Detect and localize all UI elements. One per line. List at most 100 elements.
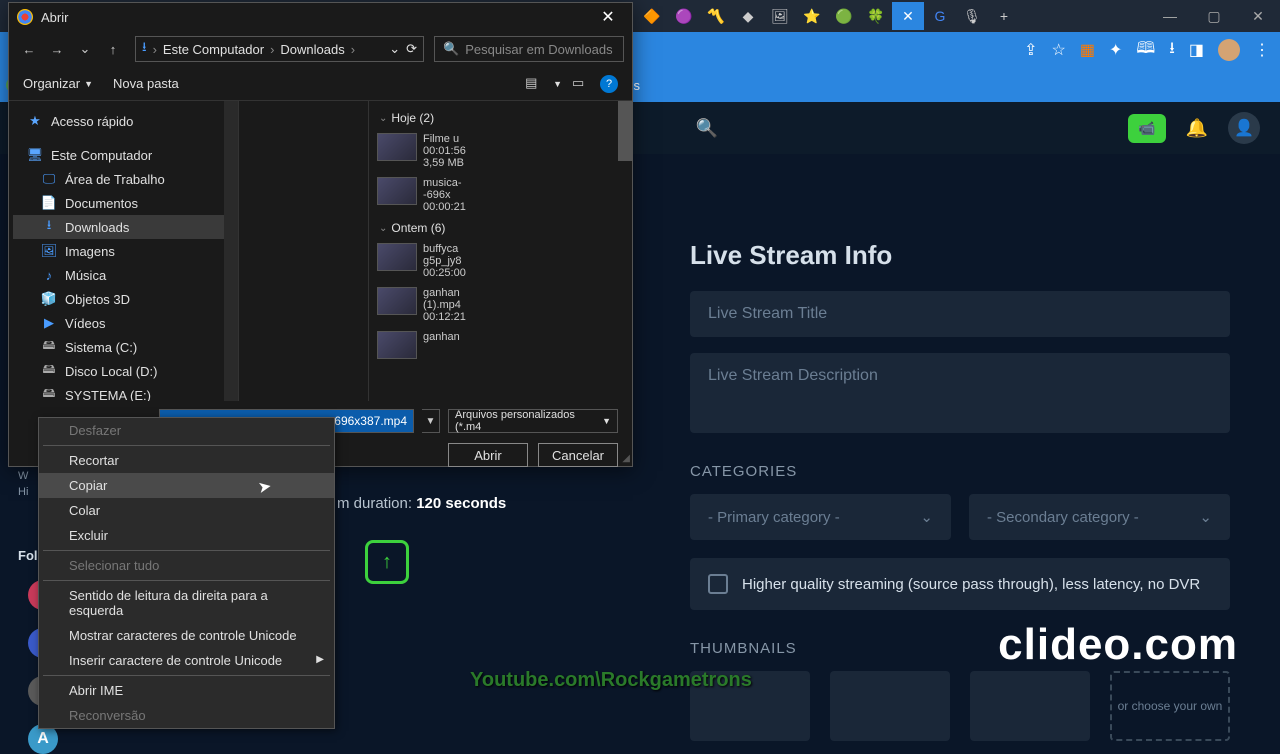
tree-quick-access[interactable]: ★Acesso rápido — [13, 109, 234, 133]
thumb-option-3[interactable] — [970, 671, 1090, 741]
organize-button[interactable]: Organizar▼ — [23, 76, 93, 91]
file-item[interactable]: ganhan(1).mp400:12:21 — [371, 283, 630, 327]
tab-active[interactable]: ✕ — [892, 2, 924, 30]
search-icon[interactable]: 🔍 — [696, 118, 718, 139]
file-item[interactable]: ganhan — [371, 327, 630, 363]
ctx-rtl[interactable]: Sentido de leitura da direita para a esq… — [39, 583, 334, 623]
back-button[interactable]: ← — [17, 37, 41, 61]
tab-8[interactable]: 🍀 — [860, 2, 892, 30]
select-value: - Primary category - — [708, 509, 840, 526]
go-live-button[interactable]: 📹 — [1128, 114, 1165, 143]
group-yesterday[interactable]: ⌄Ontem (6) — [371, 217, 630, 239]
close-window-button[interactable]: ✕ — [1236, 0, 1280, 32]
crumb-dropdown-icon[interactable]: ⌄ — [389, 41, 400, 57]
crumb-pc[interactable]: Este Computador — [163, 42, 264, 57]
reading-list-icon[interactable]: 🕮 — [1136, 37, 1155, 64]
avatar[interactable]: 👤 — [1228, 112, 1260, 144]
view-mode-icon[interactable]: ▤ — [525, 75, 543, 93]
stream-title-input[interactable]: Live Stream Title — [690, 291, 1230, 337]
new-folder-button[interactable]: Nova pasta — [113, 76, 179, 91]
tree-desktop[interactable]: 🖵Área de Trabalho — [13, 167, 234, 191]
tree-drive-d[interactable]: 🖴Disco Local (D:) — [13, 359, 234, 383]
cancel-button[interactable]: Cancelar — [538, 443, 618, 467]
tab-2[interactable]: 🟣 — [668, 2, 700, 30]
file-thumbnail — [377, 243, 417, 271]
dialog-close-button[interactable]: ✕ — [592, 5, 624, 29]
secondary-category-select[interactable]: - Secondary category -⌄ — [969, 494, 1230, 540]
forward-button[interactable]: → — [45, 37, 69, 61]
filetype-select[interactable]: Arquivos personalizados (*.m4▼ — [448, 409, 618, 433]
ctx-cut[interactable]: Recortar — [39, 448, 334, 473]
preview-pane-icon[interactable]: ▭ — [572, 75, 590, 93]
tree-images[interactable]: 🖼Imagens — [13, 239, 234, 263]
new-tab-button[interactable]: + — [988, 2, 1020, 30]
ctx-show-unicode[interactable]: Mostrar caracteres de controle Unicode — [39, 623, 334, 648]
file-list-pane[interactable] — [239, 101, 369, 401]
tree-music[interactable]: ♪Música — [13, 263, 234, 287]
group-today[interactable]: ⌄Hoje (2) — [371, 107, 630, 129]
thumb-option-2[interactable] — [830, 671, 950, 741]
primary-category-select[interactable]: - Primary category - ⌄ — [690, 494, 951, 540]
minimize-button[interactable]: — — [1148, 0, 1192, 32]
categories-label: CATEGORIES — [690, 463, 1230, 480]
ext-1-icon[interactable]: ▦ — [1080, 40, 1095, 60]
scrollbar[interactable] — [618, 101, 632, 161]
tab-3[interactable]: 〽️ — [700, 2, 732, 30]
bookmark-star-icon[interactable]: ☆ — [1052, 40, 1066, 60]
maximize-button[interactable]: ▢ — [1192, 0, 1236, 32]
file-item[interactable]: musica--696x00:00:21 — [371, 173, 630, 217]
tree-videos[interactable]: ▶Vídeos — [13, 311, 234, 335]
downloads-icon[interactable]: ⭳ — [1169, 37, 1175, 64]
tab-6[interactable]: ⭐ — [796, 2, 828, 30]
tab-1[interactable]: 🔶 — [636, 2, 668, 30]
profile-avatar-icon[interactable] — [1218, 39, 1240, 61]
sidepanel-icon[interactable]: ◨ — [1189, 40, 1204, 60]
tab-5[interactable]: 🖼 — [764, 2, 796, 30]
ctx-delete[interactable]: Excluir — [39, 523, 334, 548]
chevron-down-icon: ⌄ — [920, 508, 933, 526]
tab-7[interactable]: 🟢 — [828, 2, 860, 30]
file-thumbnail — [377, 177, 417, 205]
view-dropdown-icon[interactable]: ▼ — [553, 79, 562, 89]
upload-icon[interactable]: ↑ — [365, 540, 409, 584]
file-item[interactable]: Filme u00:01:563,59 MB — [371, 129, 630, 173]
tab-11[interactable]: 🎙 — [956, 2, 988, 30]
hq-streaming-checkbox-row[interactable]: Higher quality streaming (source pass th… — [690, 558, 1230, 610]
open-button[interactable]: Abrir — [448, 443, 528, 467]
tree-3d-objects[interactable]: 🧊Objetos 3D — [13, 287, 234, 311]
tree-drive-e[interactable]: 🖴SYSTEMA (E:) — [13, 383, 234, 401]
ctx-copy[interactable]: Copiar — [39, 473, 334, 498]
ctx-insert-unicode[interactable]: Inserir caractere de controle Unicode▶ — [39, 648, 334, 673]
share-icon[interactable]: ⇪ — [1024, 40, 1037, 60]
page-title: Live Stream Info — [690, 240, 1230, 271]
stream-description-input[interactable]: Live Stream Description — [690, 353, 1230, 433]
crumb-downloads[interactable]: Downloads — [280, 42, 344, 57]
tab-10[interactable]: G — [924, 2, 956, 30]
chevron-right-icon: ▶ — [316, 654, 324, 665]
breadcrumb[interactable]: ⭳ › Este Computador › Downloads › ⌄⟳ — [135, 36, 424, 62]
file-thumbnail — [377, 287, 417, 315]
up-button[interactable]: ↑ — [101, 37, 125, 61]
thumb-upload-own[interactable]: or choose your own — [1110, 671, 1230, 741]
tree-documents[interactable]: 📄Documentos — [13, 191, 234, 215]
extensions-icon[interactable]: ✦ — [1109, 40, 1122, 60]
dialog-search-input[interactable]: 🔍Pesquisar em Downloads — [434, 36, 624, 62]
ctx-paste[interactable]: Colar — [39, 498, 334, 523]
tree-downloads[interactable]: ⭳Downloads — [13, 215, 234, 239]
file-item[interactable]: buffycag5p_jy800:25:00 — [371, 239, 630, 283]
bell-icon[interactable]: 🔔 — [1186, 118, 1208, 139]
refresh-icon[interactable]: ⟳ — [406, 41, 417, 57]
scrollbar[interactable] — [224, 101, 238, 401]
recent-dropdown[interactable]: ⌄ — [73, 37, 97, 61]
tree-this-pc[interactable]: 🖥Este Computador — [13, 143, 234, 167]
filename-dropdown[interactable]: ▼ — [422, 409, 440, 433]
checkbox[interactable] — [708, 574, 728, 594]
desktop-icon: 🖵 — [41, 171, 57, 187]
menu-icon[interactable]: ⋮ — [1254, 40, 1270, 60]
help-icon[interactable]: ? — [600, 75, 618, 93]
tab-4[interactable]: ◆ — [732, 2, 764, 30]
close-tab-icon[interactable]: ✕ — [902, 8, 914, 25]
ctx-ime[interactable]: Abrir IME — [39, 678, 334, 703]
resize-grip[interactable]: ◢ — [622, 453, 630, 464]
tree-drive-c[interactable]: 🖴Sistema (C:) — [13, 335, 234, 359]
